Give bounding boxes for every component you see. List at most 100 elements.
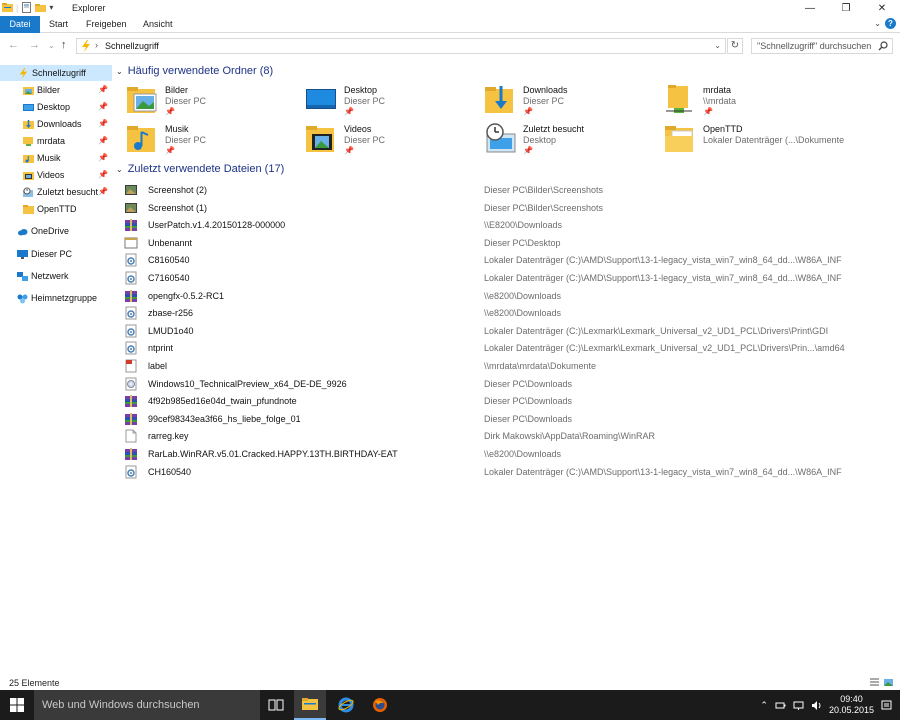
pin-icon[interactable]: 📌 (165, 146, 175, 155)
pin-icon[interactable]: 📌 (523, 146, 533, 155)
window-title: Explorer (72, 3, 106, 13)
list-item[interactable]: zbase-r256 \\e8200\Downloads (120, 305, 900, 322)
pin-icon[interactable]: 📌 (98, 119, 108, 128)
pin-icon[interactable]: 📌 (703, 107, 713, 116)
folder-tile-zuletzt-besucht[interactable]: Zuletzt besucht Desktop 📌 (484, 122, 662, 160)
search-input[interactable]: "Schnellzugriff" durchsuchen (751, 38, 893, 54)
list-item[interactable]: opengfx-0.5.2-RC1 \\e8200\Downloads (120, 288, 900, 305)
folder-tile-downloads[interactable]: Downloads Dieser PC 📌 (484, 83, 662, 121)
sidebar-item-onedrive[interactable]: OneDrive (0, 223, 112, 239)
sidebar-item-netzwerk[interactable]: Netzwerk (0, 268, 112, 284)
recent-locations-chevron-icon[interactable]: ⌄ (48, 41, 55, 50)
frequent-folders-header[interactable]: ⌄ Häufig verwendete Ordner (8) (116, 65, 273, 77)
list-item[interactable]: Windows10_TechnicalPreview_x64_DE-DE_992… (120, 376, 900, 393)
help-icon[interactable]: ? (885, 18, 896, 29)
sidebar-item-openttd[interactable]: OpenTTD (0, 201, 112, 217)
maximize-button[interactable]: ❐ (828, 0, 864, 16)
close-button[interactable]: ✕ (864, 0, 900, 16)
sidebar-item-downloads[interactable]: Downloads 📌 (0, 116, 112, 132)
address-dropdown-icon[interactable]: ⌄ (714, 41, 721, 50)
start-button[interactable] (0, 690, 34, 720)
pin-icon[interactable]: 📌 (344, 107, 354, 116)
folder-tile-videos[interactable]: Videos Dieser PC 📌 (305, 122, 483, 160)
list-item[interactable]: CH160540 Lokaler Datenträger (C:)\AMD\Sup… (120, 464, 900, 481)
sidebar-item-schnellzugriff[interactable]: Schnellzugriff (0, 65, 112, 81)
large-icons-view-icon[interactable] (883, 677, 894, 688)
list-item[interactable]: 99cef98343ea3f66_hs_liebe_folge_01 Dieser… (120, 411, 900, 428)
folder-tile-musik[interactable]: Musik Dieser PC 📌 (126, 122, 304, 160)
file-name: RarLab.WinRAR.v5.01.Cracked.HAPPY.13TH.B… (148, 449, 398, 459)
customize-toolbar-chevron-icon[interactable]: ▾ (49, 3, 53, 12)
battery-icon[interactable] (775, 700, 786, 711)
sidebar-item-dieser-pc[interactable]: Dieser PC (0, 246, 112, 262)
new-folder-icon[interactable] (35, 2, 47, 13)
list-item[interactable]: Screenshot (1) Dieser PC\Bilder\Screensho… (120, 200, 900, 217)
pin-icon[interactable]: 📌 (98, 170, 108, 179)
folder-tile-mrdata[interactable]: mrdata \\mrdata 📌 (664, 83, 842, 121)
sidebar-item-heimnetzgruppe[interactable]: Heimnetzgruppe (0, 290, 112, 306)
list-item[interactable]: UserPatch.v1.4.20150128-000000 \\E8200\Do… (120, 217, 900, 234)
network-status-icon[interactable] (793, 700, 804, 711)
pin-icon[interactable]: 📌 (523, 107, 533, 116)
sidebar-item-videos[interactable]: Videos 📌 (0, 167, 112, 183)
refresh-icon[interactable]: ↻ (727, 38, 743, 54)
sidebar-item-zuletzt-besucht[interactable]: Zuletzt besucht 📌 (0, 184, 112, 200)
tab-freigeben[interactable]: Freigeben (86, 16, 127, 33)
folder-tile-openttd[interactable]: OpenTTD Lokaler Datenträger (...\Dokumen… (664, 122, 844, 160)
taskbar-ie-button[interactable] (330, 690, 362, 720)
pin-icon[interactable]: 📌 (344, 146, 354, 155)
list-item[interactable]: label \\mrdata\mrdata\Dokumente (120, 358, 900, 375)
list-item[interactable]: LMUD1o40 Lokaler Datenträger (C:)\Lexmark… (120, 323, 900, 340)
breadcrumb-chevron-icon[interactable]: › (95, 40, 98, 50)
back-arrow-icon[interactable]: ← (8, 39, 19, 51)
list-item[interactable]: rarreg.key Dirk Makowski\AppData\Roaming\… (120, 428, 900, 445)
list-item[interactable]: RarLab.WinRAR.v5.01.Cracked.HAPPY.13TH.B… (120, 446, 900, 463)
pin-icon[interactable]: 📌 (165, 107, 175, 116)
tray-overflow-chevron-icon[interactable]: ⌃ (760, 700, 768, 711)
list-item[interactable]: Unbenannt Dieser PC\Desktop (120, 235, 900, 252)
up-arrow-icon[interactable]: ↑ (61, 39, 67, 51)
list-item[interactable]: 4f92b985ed16e04d_twain_pfundnote Dieser P… (120, 393, 900, 410)
sidebar-item-desktop[interactable]: Desktop 📌 (0, 99, 112, 115)
tab-ansicht[interactable]: Ansicht (143, 16, 173, 33)
folder-tile-bilder[interactable]: Bilder Dieser PC 📌 (126, 83, 304, 121)
collapse-chevron-icon[interactable]: ⌄ (116, 165, 123, 174)
notifications-icon[interactable] (881, 700, 892, 711)
taskbar-firefox-button[interactable] (364, 690, 396, 720)
list-item[interactable]: Screenshot (2) Dieser PC\Bilder\Screensho… (120, 182, 900, 199)
file-name: UserPatch.v1.4.20150128-000000 (148, 220, 286, 231)
details-view-icon[interactable] (869, 677, 880, 688)
task-view-button[interactable] (260, 690, 292, 720)
folder-tile-desktop[interactable]: Desktop Dieser PC 📌 (305, 83, 483, 121)
collapse-chevron-icon[interactable]: ⌄ (116, 67, 123, 76)
volume-icon[interactable] (811, 700, 822, 711)
pin-icon[interactable]: 📌 (98, 85, 108, 94)
address-bar[interactable]: › Schnellzugriff ⌄ (76, 38, 726, 54)
list-item[interactable]: C7160540 Lokaler Datenträger (C:)\AMD\Sup… (120, 270, 900, 287)
taskbar-explorer-button[interactable] (294, 690, 326, 720)
pin-icon[interactable]: 📌 (98, 102, 108, 111)
forward-arrow-icon[interactable]: → (29, 39, 40, 51)
sidebar-item-musik[interactable]: Musik 📌 (0, 150, 112, 166)
folder-name: mrdata (703, 85, 732, 95)
expand-ribbon-chevron-icon[interactable]: ⌄ (874, 19, 881, 28)
sidebar-item-mrdata[interactable]: mrdata 📌 (0, 133, 112, 149)
recent-files-header[interactable]: ⌄ Zuletzt verwendete Dateien (17) (116, 163, 284, 175)
pin-icon[interactable]: 📌 (98, 187, 108, 196)
properties-icon[interactable] (21, 2, 32, 13)
sidebar-item-bilder[interactable]: Bilder 📌 (0, 82, 112, 98)
tab-datei[interactable]: Datei (0, 16, 40, 33)
minimize-button[interactable]: — (792, 0, 828, 16)
disc-image-icon (125, 377, 137, 391)
tab-start[interactable]: Start (49, 16, 68, 33)
pdf-file-icon (125, 359, 137, 373)
list-item[interactable]: ntprint Lokaler Datenträger (C:)\Lexmark\… (120, 340, 900, 357)
breadcrumb-location[interactable]: Schnellzugriff (105, 41, 159, 51)
pin-icon[interactable]: 📌 (98, 153, 108, 162)
clock[interactable]: 09:40 20.05.2015 (829, 694, 874, 716)
taskbar-search-input[interactable]: Web und Windows durchsuchen (34, 690, 260, 720)
list-item[interactable]: C8160540 Lokaler Datenträger (C:)\AMD\Sup… (120, 252, 900, 269)
folder-name: Musik (165, 124, 189, 134)
pin-icon[interactable]: 📌 (98, 136, 108, 145)
search-icon[interactable] (878, 41, 888, 51)
